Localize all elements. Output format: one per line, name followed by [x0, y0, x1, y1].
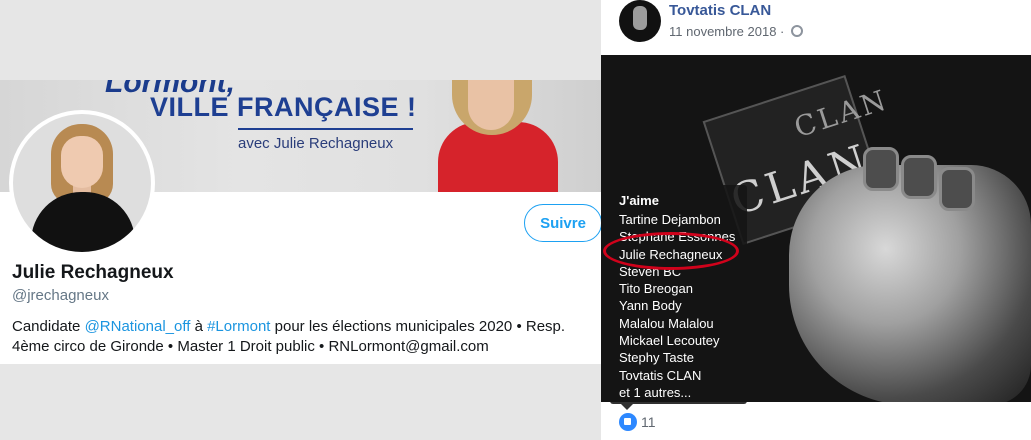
profile-handle[interactable]: @jrechagneux — [12, 287, 109, 304]
highlight-ellipse — [603, 232, 739, 270]
banner-divider — [238, 128, 413, 130]
post-date[interactable]: 11 novembre 2018 · — [669, 24, 784, 39]
liker-name: Mickael Lecoutey — [619, 333, 720, 349]
avatar-photo — [13, 114, 151, 252]
screenshot-composite: Lormont, VILLE FRANÇAISE ! avec Julie Re… — [0, 0, 1031, 440]
liker-name: Tito Breogan — [619, 281, 693, 297]
avatar[interactable] — [9, 110, 155, 256]
liker-name: Tartine Dejambon — [619, 212, 721, 227]
liker-name: Malalou Malalou — [619, 315, 714, 331]
knuckle-ring — [901, 155, 937, 199]
profile-name: Julie Rechagneux — [12, 262, 174, 283]
like-count[interactable]: 11 — [641, 414, 656, 430]
page-name-link[interactable]: Tovtatis CLAN — [669, 2, 771, 19]
banner-title: VILLE FRANÇAISE ! — [150, 92, 417, 122]
bio-mention-link[interactable]: @RNational_off — [85, 318, 191, 335]
bio-text: à — [190, 318, 208, 335]
like-icon[interactable] — [619, 413, 637, 431]
bio-hashtag-link[interactable]: #Lormont — [207, 318, 270, 335]
globe-icon — [791, 25, 803, 37]
knuckle-ring — [939, 167, 975, 211]
liker-name: Yann Body — [619, 298, 682, 314]
tooltip-arrow — [621, 404, 633, 410]
profile-bio: Candidate @RNational_off à #Lormont pour… — [12, 317, 602, 357]
page-avatar[interactable] — [619, 0, 661, 42]
fist-image — [789, 165, 1031, 402]
bio-text: Candidate — [12, 318, 85, 335]
follow-button[interactable]: Suivre — [524, 204, 602, 242]
banner-portrait — [430, 80, 560, 192]
facebook-post-panel: Tovtatis CLAN 11 novembre 2018 · CLAN CL… — [601, 0, 1031, 440]
banner-subtitle: avec Julie Rechagneux — [238, 135, 394, 152]
tooltip-title: J'aime — [619, 193, 659, 208]
knuckle-ring — [863, 147, 899, 191]
more-likers-text: et 1 autres... — [619, 384, 692, 400]
twitter-profile-panel: Lormont, VILLE FRANÇAISE ! avec Julie Re… — [0, 0, 602, 440]
liker-name: Tovtatis CLAN — [619, 367, 702, 383]
liker-name: Stephy Taste — [619, 350, 694, 366]
likes-tooltip: J'aime Tartine Dejambon Stephane Essonne… — [610, 185, 747, 404]
